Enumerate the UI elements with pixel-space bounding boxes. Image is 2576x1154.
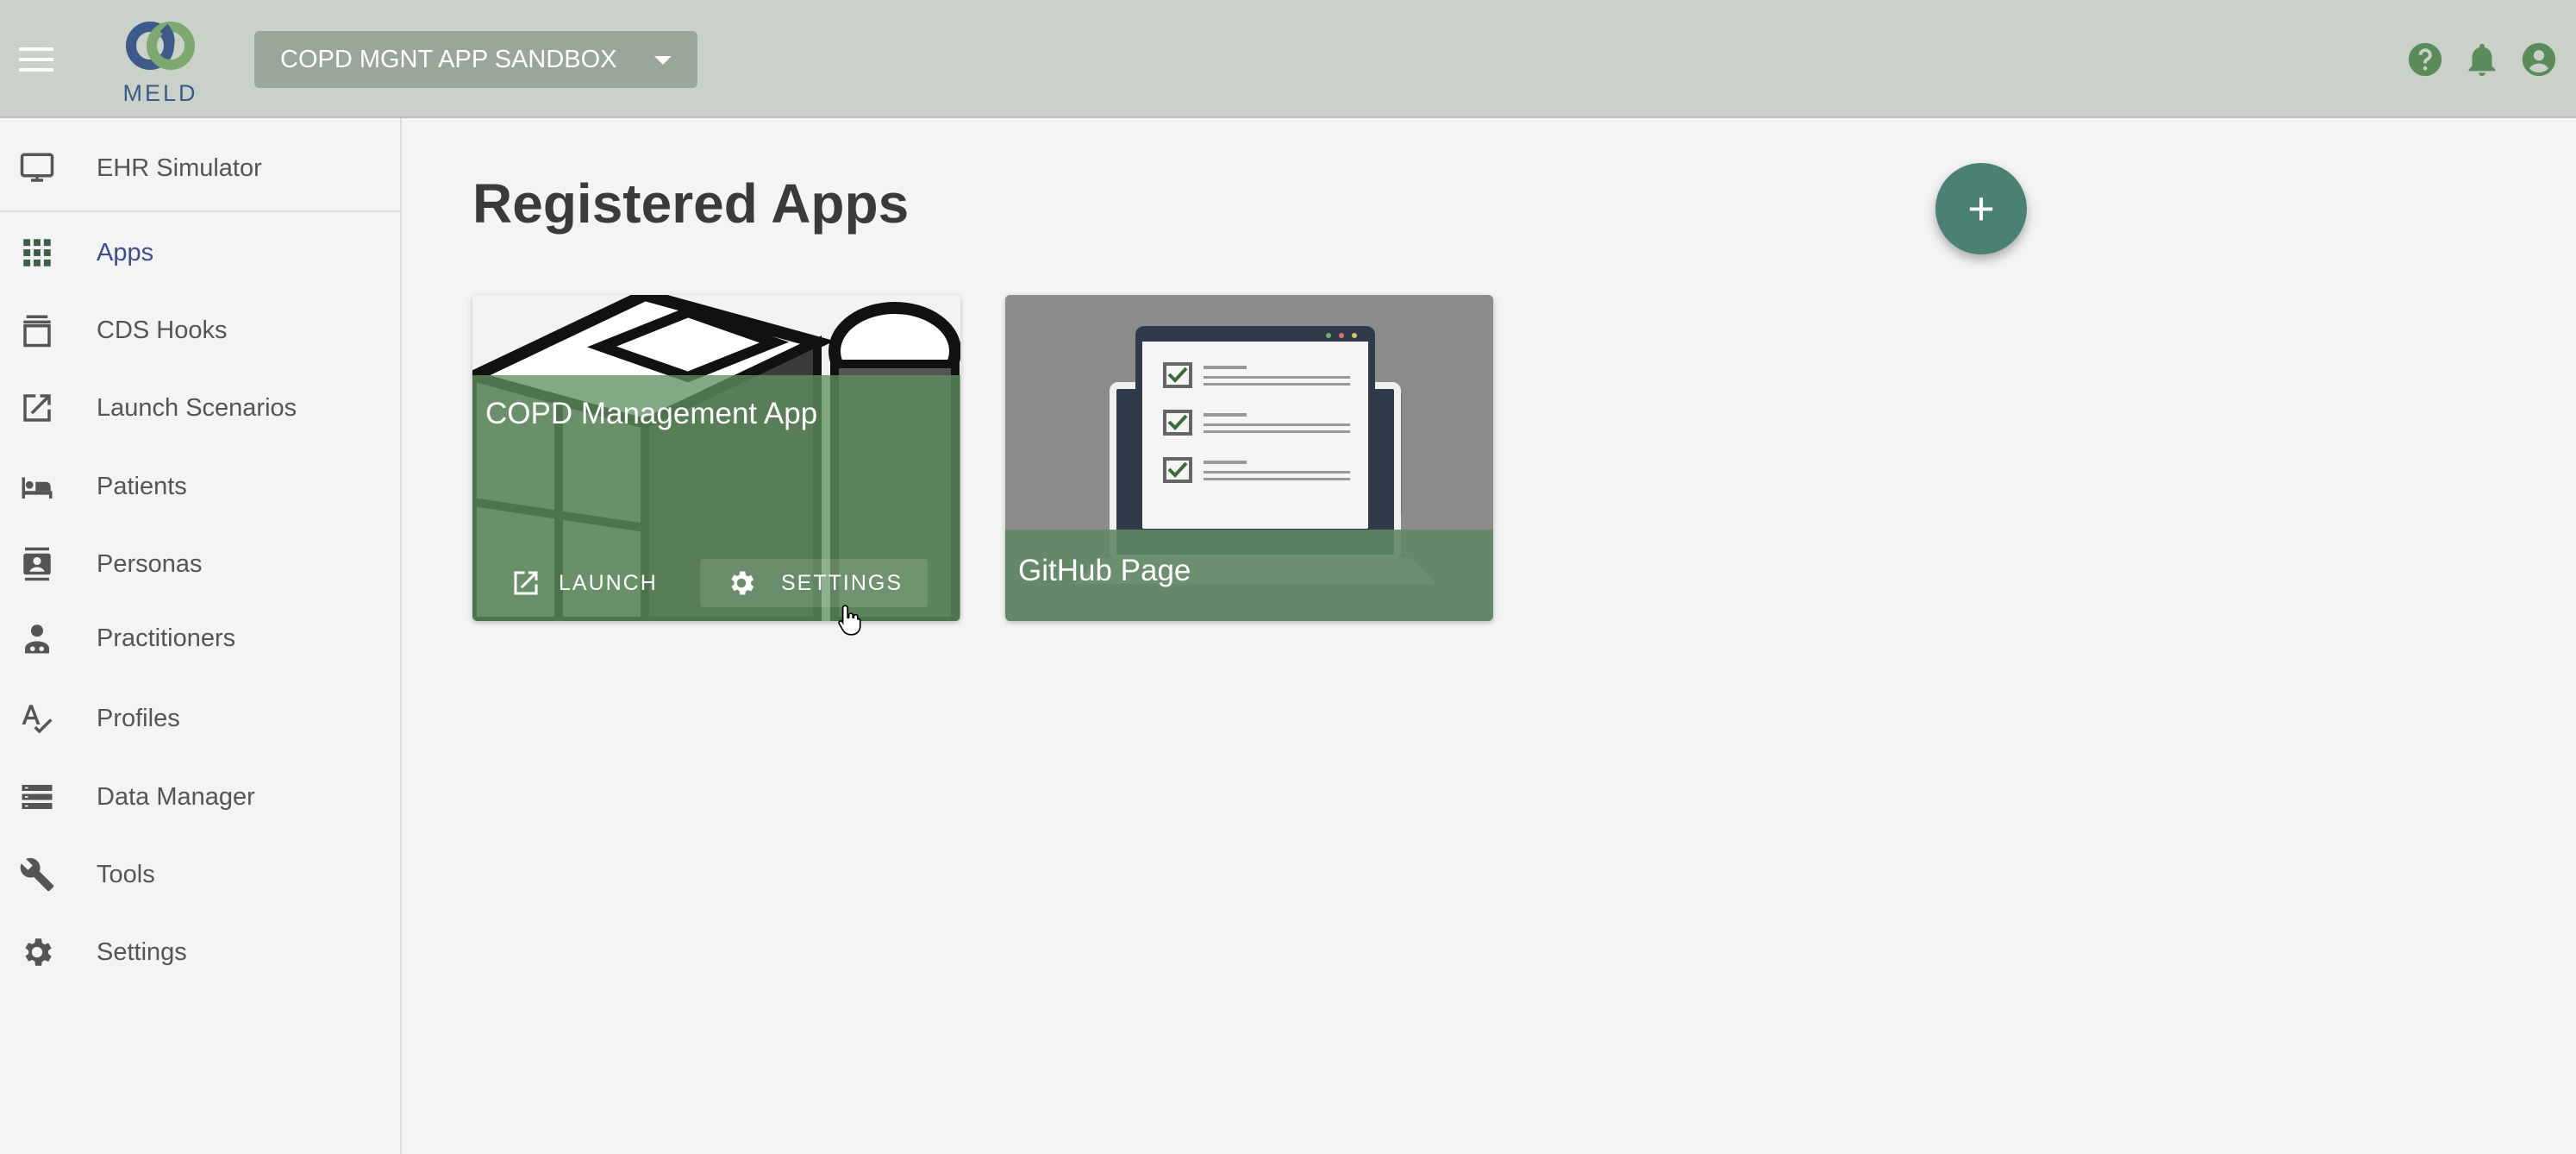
sidebar-item-launch-scenarios[interactable]: Launch Scenarios — [0, 372, 400, 444]
sidebar-item-apps[interactable]: Apps — [0, 216, 400, 289]
app-card-title: GitHub Page — [1018, 554, 1191, 587]
sidebar-item-data-manager[interactable]: Data Manager — [0, 761, 400, 833]
sandbox-name: COPD MGNT APP SANDBOX — [280, 46, 617, 73]
spellcheck-icon — [22, 705, 53, 734]
sandbox-selector[interactable]: COPD MGNT APP SANDBOX — [254, 31, 697, 88]
monitor-icon — [20, 153, 54, 182]
sidebar-item-label: Data Manager — [97, 783, 255, 811]
sidebar-item-cds-hooks[interactable]: CDS Hooks — [0, 294, 400, 367]
help-icon[interactable] — [2405, 40, 2445, 79]
logo-text: MELD — [122, 80, 198, 106]
cds-hooks-icon — [23, 315, 51, 348]
settings-label: SETTINGS — [781, 571, 903, 595]
gear-icon — [731, 571, 754, 595]
launch-label: LAUNCH — [559, 571, 658, 595]
chevron-down-icon — [654, 56, 672, 65]
sidebar-item-label: CDS Hooks — [97, 317, 228, 344]
top-app-bar: MELD COPD MGNT APP SANDBOX — [0, 0, 2576, 118]
sidebar-item-label: Patients — [97, 473, 187, 500]
sidebar-nav: EHR Simulator Apps CDS Hooks Launch Scen… — [0, 118, 402, 1154]
sidebar-item-label: Tools — [97, 861, 155, 888]
sidebar-item-tools[interactable]: Tools — [0, 838, 400, 911]
sidebar-item-patients[interactable]: Patients — [0, 450, 400, 523]
meld-logo[interactable]: MELD — [119, 16, 202, 110]
apps-grid-icon — [23, 239, 51, 267]
sidebar-item-label: Launch Scenarios — [97, 394, 297, 422]
storage-icon — [22, 785, 53, 809]
open-in-new-icon — [23, 394, 51, 422]
sidebar-item-settings[interactable]: Settings — [0, 916, 400, 988]
doctor-icon — [25, 624, 49, 654]
sidebar-item-profiles[interactable]: Profiles — [0, 682, 400, 755]
hand-cursor-icon — [838, 605, 861, 636]
sidebar-item-ehr-simulator[interactable]: EHR Simulator — [0, 132, 400, 204]
sidebar-item-label: Profiles — [97, 705, 180, 732]
hotel-bed-icon — [22, 477, 53, 499]
add-app-button[interactable]: + — [1935, 163, 2027, 254]
app-card-copd-management[interactable]: COPD Management App LAUNCH SETTINGS — [472, 295, 960, 621]
sidebar-item-label: EHR Simulator — [97, 154, 262, 182]
sidebar-item-practitioners[interactable]: Practitioners — [0, 602, 400, 674]
wrench-icon — [20, 857, 54, 892]
bell-icon[interactable] — [2462, 40, 2502, 79]
contact-card-icon — [23, 547, 51, 581]
sidebar-item-personas[interactable]: Personas — [0, 528, 400, 600]
sidebar-item-label: Personas — [97, 550, 203, 578]
menu-icon[interactable] — [19, 47, 53, 72]
open-in-new-icon — [514, 571, 538, 595]
app-card-github-page[interactable]: GitHub Page — [1005, 295, 1493, 621]
settings-button[interactable]: SETTINGS — [700, 559, 928, 607]
sidebar-divider — [0, 210, 400, 212]
plus-icon: + — [1967, 183, 1995, 235]
account-icon[interactable] — [2519, 40, 2559, 79]
sidebar-item-label: Practitioners — [97, 624, 236, 652]
gear-icon — [25, 938, 52, 966]
sidebar-item-label: Settings — [97, 938, 187, 966]
page-title: Registered Apps — [472, 172, 910, 235]
sidebar-item-label: Apps — [97, 239, 154, 267]
main-content: Registered Apps + COPD Management App LA — [402, 118, 2576, 1154]
meld-logo-mark — [126, 22, 195, 70]
card-actions: LAUNCH SETTINGS — [472, 554, 960, 614]
app-card-title: COPD Management App — [485, 397, 818, 430]
